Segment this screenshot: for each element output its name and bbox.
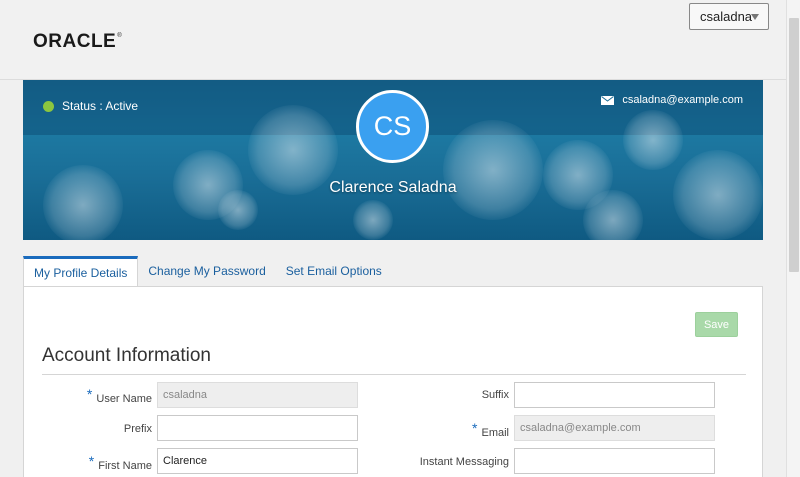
section-title: Account Information [42, 345, 211, 366]
suffix-field[interactable] [514, 382, 715, 408]
scrollbar-thumb[interactable] [789, 18, 799, 272]
required-marker: * [86, 386, 93, 402]
section-divider [42, 374, 746, 375]
mail-icon [601, 95, 615, 105]
banner-bokeh [43, 165, 123, 240]
user-name-label: * User Name [86, 386, 152, 405]
first-name-label: * First Name [88, 453, 152, 472]
save-button[interactable]: Save [695, 312, 738, 337]
instant-messaging-label: Instant Messaging [419, 456, 509, 468]
avatar-initials: CS [373, 111, 412, 141]
first-name-field[interactable]: Clarence [157, 448, 358, 474]
required-marker: * [472, 420, 478, 436]
user-menu-label: csaladna [700, 9, 753, 24]
prefix-field[interactable] [157, 415, 358, 441]
profile-details-panel: Save Account Information * User Name csal… [23, 286, 763, 477]
top-header: ORACLE® csaladna [0, 0, 786, 80]
tab-change-my-password[interactable]: Change My Password [138, 256, 275, 286]
email-field: csaladna@example.com [514, 415, 715, 441]
required-marker: * [88, 453, 95, 469]
profile-tabs: My Profile Details Change My Password Se… [23, 256, 392, 287]
page-scrollbar[interactable] [786, 0, 800, 477]
status-text: Status : Active [62, 99, 139, 113]
status-dot-icon [43, 100, 54, 112]
tab-my-profile-details[interactable]: My Profile Details [23, 256, 139, 287]
banner-email: csaladna@example.com [601, 94, 743, 106]
email-label: * Email [472, 420, 509, 439]
banner-bokeh [623, 110, 683, 170]
prefix-label: Prefix [123, 423, 152, 435]
oracle-logo: ORACLE® [33, 31, 123, 52]
status-indicator: Status : Active [43, 99, 138, 113]
user-menu-button[interactable]: csaladna [689, 3, 769, 30]
banner-bokeh [583, 190, 643, 240]
tab-set-email-options[interactable]: Set Email Options [276, 256, 392, 286]
profile-full-name: Clarence Saladna [329, 179, 457, 196]
banner-email-text: csaladna@example.com [622, 94, 743, 106]
chevron-down-icon [751, 14, 759, 20]
profile-banner: Status : Active csaladna@example.com CS … [23, 80, 763, 240]
banner-bokeh [353, 200, 393, 240]
suffix-label: Suffix [481, 389, 509, 401]
banner-bokeh [443, 120, 543, 220]
avatar: CS [356, 90, 429, 163]
instant-messaging-field[interactable] [514, 448, 715, 474]
user-name-field: csaladna [157, 382, 358, 408]
